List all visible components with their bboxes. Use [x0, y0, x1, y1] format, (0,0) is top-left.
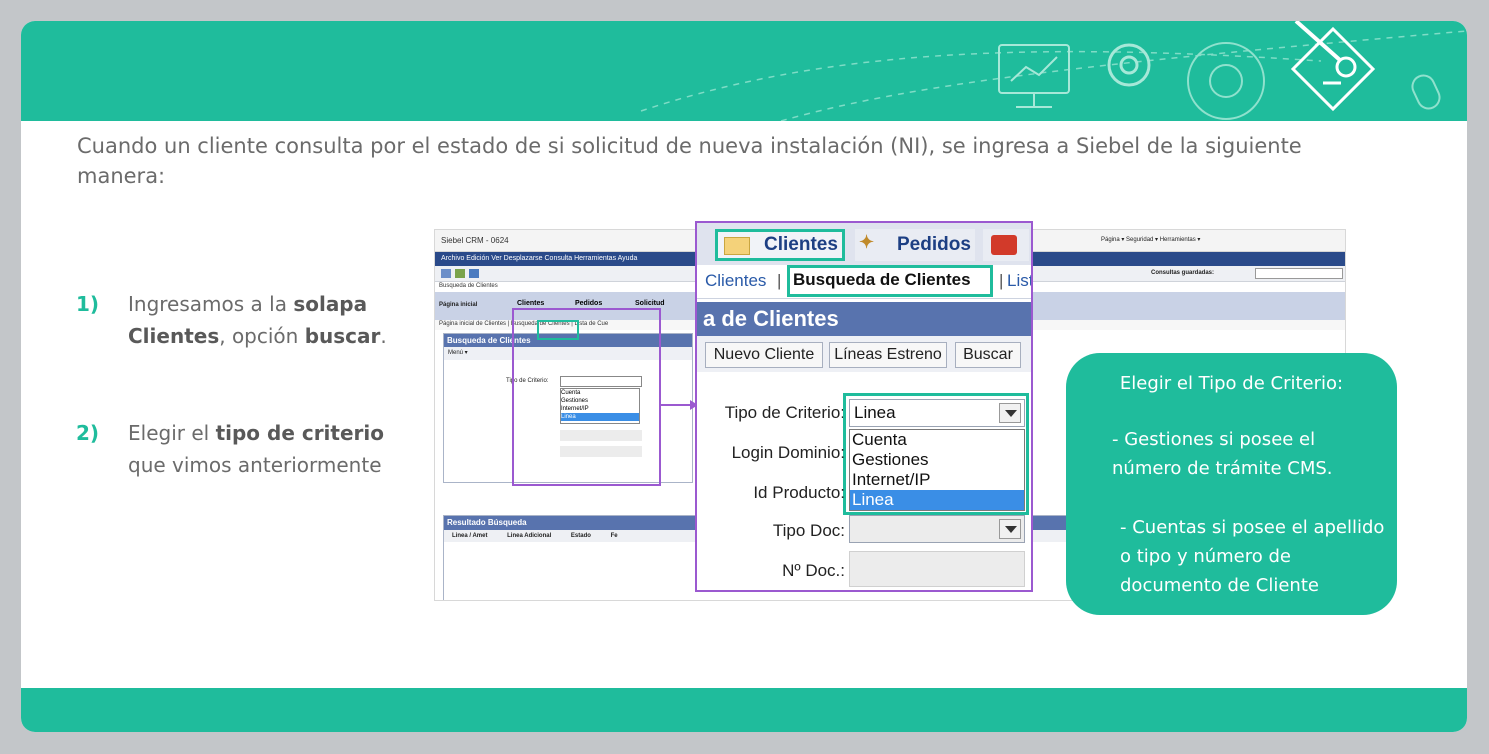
zoom-view-tabs: Clientes | Busqueda de Clientes | List — [697, 265, 1031, 299]
header-banner — [21, 21, 1467, 121]
subtab-clientes[interactable]: Clientes — [705, 271, 766, 291]
clientes-tab-highlight — [537, 320, 579, 340]
step-2: 2) Elegir el tipo de criterio que vimos … — [76, 417, 416, 517]
window-title: Siebel CRM - 0624 — [441, 236, 509, 245]
criterio-callout: Elegir el Tipo de Criterio: - Gestiones … — [1066, 353, 1397, 615]
numero-doc-field[interactable] — [849, 551, 1025, 587]
toolbar-icon[interactable] — [441, 269, 451, 278]
tipo-criterio-options: Cuenta Gestiones Internet/IP Linea — [849, 429, 1025, 511]
zoom-button-row: Nuevo Cliente Líneas Estreno Buscar — [697, 336, 1031, 372]
tab-pedidos[interactable]: ✦ Pedidos — [855, 229, 975, 261]
zoom-panel-title: a de Clientes — [697, 302, 1031, 336]
login-dominio-label: Login Dominio: — [731, 443, 845, 462]
column-header[interactable]: Linea Adicional — [507, 533, 551, 539]
ie-command-bar: Página ▾ Seguridad ▾ Herramientas ▾ — [1101, 237, 1201, 243]
toolbar-icon[interactable] — [455, 269, 465, 278]
separator: | — [999, 271, 1004, 290]
intro-text: Cuando un cliente consulta por el estado… — [77, 134, 1302, 188]
chevron-down-icon[interactable] — [999, 403, 1021, 423]
tipo-doc-select[interactable] — [849, 515, 1025, 543]
toolbar-icon[interactable] — [469, 269, 479, 278]
saved-queries-select[interactable] — [1255, 268, 1343, 279]
option-cuenta[interactable]: Cuenta — [850, 430, 1024, 450]
callout-bullet: - Cuentas si posee el apellido o tipo y … — [1120, 517, 1385, 596]
tipo-criterio-select[interactable]: Linea — [849, 399, 1025, 427]
step-1: 1) Ingresamos a la solapa Clientes, opci… — [76, 288, 416, 388]
connector-arrow — [660, 400, 698, 410]
menu-items[interactable]: Archivo Edición Ver Desplazarse Consulta… — [441, 255, 637, 262]
step-number: 2) — [76, 421, 100, 445]
busqueda-subtab[interactable]: Busqueda de Clientes — [787, 265, 993, 297]
column-header[interactable]: Linea / Amet — [452, 533, 487, 539]
toolbox-icon — [991, 235, 1017, 255]
option-internet-ip[interactable]: Internet/IP — [850, 470, 1024, 490]
nuevo-cliente-button[interactable]: Nuevo Cliente — [705, 342, 823, 368]
column-header[interactable]: Estado — [571, 533, 591, 539]
package-icon: ✦ — [859, 232, 875, 252]
callout-title: Elegir el Tipo de Criterio: — [1119, 373, 1344, 394]
chevron-down-icon[interactable] — [999, 519, 1021, 539]
tab-solicitud[interactable] — [983, 229, 1029, 261]
tab-clientes[interactable]: Clientes — [715, 229, 845, 261]
column-header[interactable]: Fe — [611, 533, 618, 539]
callout-bullet: - Gestiones si posee el número de trámit… — [1112, 429, 1333, 479]
step-text: Elegir el tipo de criterio que vimos ant… — [128, 421, 384, 477]
lineas-estreno-button[interactable]: Líneas Estreno — [829, 342, 947, 368]
tab-pedidos[interactable]: Pedidos — [575, 300, 602, 307]
tab-clientes[interactable]: Clientes — [517, 300, 544, 307]
step-number: 1) — [76, 292, 100, 316]
zoomed-search-view: Clientes ✦ Pedidos Clientes | Busqueda d… — [695, 221, 1033, 592]
id-producto-label: Id Producto: — [753, 483, 845, 502]
option-gestiones[interactable]: Gestiones — [850, 450, 1024, 470]
buscar-button[interactable]: Buscar — [955, 342, 1021, 368]
dropdown-highlight — [512, 308, 661, 486]
separator: | — [777, 271, 782, 290]
footer-bar — [21, 688, 1467, 732]
tab-home[interactable]: Página inicial — [439, 302, 477, 308]
tipo-doc-label: Tipo Doc: — [772, 521, 845, 540]
idea-diamond-icon — [1290, 21, 1376, 112]
option-linea[interactable]: Linea — [850, 490, 1024, 510]
numero-doc-label: Nº Doc.: — [782, 561, 845, 580]
tab-solicitud[interactable]: Solicitud — [635, 300, 665, 307]
saved-queries-label: Consultas guardadas: — [1151, 270, 1215, 276]
step-text: Ingresamos a la solapa Clientes, opción … — [128, 292, 387, 348]
tipo-criterio-label: Tipo de Criterio: — [724, 403, 845, 422]
subtab-list[interactable]: List — [1007, 271, 1031, 291]
zoom-screen-tabs: Clientes ✦ Pedidos — [697, 223, 1031, 265]
menu-button[interactable]: Menú ▾ — [448, 349, 468, 356]
settings-icon — [1187, 42, 1265, 120]
mouse-icon — [1411, 74, 1441, 110]
presentation-icon — [998, 44, 1070, 108]
folder-icon — [724, 237, 750, 255]
